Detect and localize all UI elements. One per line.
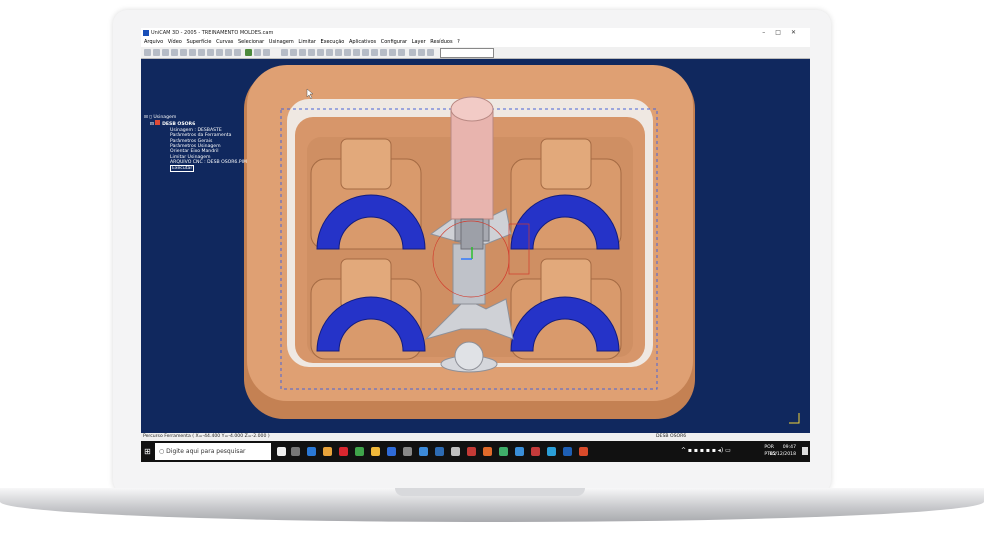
tool-button[interactable]	[398, 49, 405, 56]
execute-button[interactable]: Executar	[170, 164, 195, 172]
menu-help[interactable]: ?	[457, 39, 460, 45]
menu-superficie[interactable]: Superfície	[186, 39, 211, 45]
tool-button[interactable]	[216, 49, 223, 56]
tool-button[interactable]	[245, 49, 252, 56]
app-icon-14[interactable]	[499, 447, 508, 456]
window-title: UniCAM 3D - 2005 - TREINAMENTO MOLDES.ca…	[151, 30, 274, 36]
maximize-button[interactable]: □	[775, 29, 791, 36]
app-icon-17[interactable]	[547, 447, 556, 456]
notification-icon[interactable]	[802, 447, 808, 455]
tool-button[interactable]	[371, 49, 378, 56]
search-placeholder: Digite aqui para pesquisar	[166, 448, 246, 455]
app-icon-13[interactable]	[483, 447, 492, 456]
tool-button[interactable]	[418, 49, 425, 56]
app-icon-18[interactable]	[563, 447, 572, 456]
menu-configurar[interactable]: Configurar	[381, 39, 407, 45]
tool-button[interactable]	[281, 49, 288, 56]
tool-button[interactable]	[254, 49, 261, 56]
laptop-notch	[395, 488, 585, 496]
tool-button[interactable]	[409, 49, 416, 56]
opera-icon[interactable]	[339, 447, 348, 456]
status-operation: DESB OSOR6	[656, 434, 687, 439]
window-controls[interactable]: –□✕	[762, 28, 806, 38]
menu-bar: Arquivo Vídeo Superfície Curvas Selecion…	[141, 38, 810, 47]
tool-button[interactable]	[144, 49, 151, 56]
chrome-icon[interactable]	[323, 447, 332, 456]
tool-button[interactable]	[427, 49, 434, 56]
tree-item[interactable]: ⊟ DESB OSOR6	[144, 120, 247, 127]
tool-button[interactable]	[171, 49, 178, 56]
app-icon-11[interactable]	[451, 447, 460, 456]
tool-button[interactable]	[263, 49, 270, 56]
clock[interactable]: 09:47 05/12/2018	[770, 444, 796, 458]
mail-icon[interactable]	[419, 447, 428, 456]
tool-button[interactable]	[189, 49, 196, 56]
status-coordinates: Percurso Ferramenta ( X=-44.400 Y=-4.000…	[143, 434, 270, 439]
windows-start-icon[interactable]: ⊞	[144, 447, 151, 456]
tool-button[interactable]	[290, 49, 297, 56]
tool-button[interactable]	[299, 49, 306, 56]
cutting-tool	[450, 96, 494, 250]
taskbar-search[interactable]: ○ Digite aqui para pesquisar	[155, 443, 271, 460]
app-icon-10[interactable]	[435, 447, 444, 456]
tool-button[interactable]	[234, 49, 241, 56]
world-axis-icon	[789, 413, 800, 424]
calculator-icon[interactable]	[403, 447, 412, 456]
app-icon-15[interactable]	[515, 447, 524, 456]
tool-button[interactable]	[389, 49, 396, 56]
app-icon-12[interactable]	[467, 447, 476, 456]
menu-limitar[interactable]: Limitar	[298, 39, 316, 45]
tool-button[interactable]	[162, 49, 169, 56]
tool-button[interactable]	[353, 49, 360, 56]
title-bar: UniCAM 3D - 2005 - TREINAMENTO MOLDES.ca…	[141, 28, 810, 38]
tool-button[interactable]	[344, 49, 351, 56]
minimize-button[interactable]: –	[762, 29, 775, 36]
layer-dropdown[interactable]	[440, 48, 494, 58]
app-icon-19[interactable]	[579, 447, 588, 456]
tool-button[interactable]	[326, 49, 333, 56]
tray-icons[interactable]: ^ ▪ ▪ ▪ ▪ ▪ ◂) ▭	[681, 447, 731, 454]
menu-curvas[interactable]: Curvas	[216, 39, 233, 45]
menu-selecionar[interactable]: Selecionar	[238, 39, 264, 45]
tool-button[interactable]	[207, 49, 214, 56]
tool-button[interactable]	[380, 49, 387, 56]
search-icon: ○	[159, 448, 165, 455]
tool-button[interactable]	[225, 49, 232, 56]
menu-execucao[interactable]: Execução	[321, 39, 345, 45]
tool-button[interactable]	[308, 49, 315, 56]
mic-icon[interactable]	[277, 447, 286, 456]
toolbar	[141, 47, 810, 59]
chrome-alt-icon[interactable]	[355, 447, 364, 456]
app-icon	[143, 30, 149, 36]
screen: UniCAM 3D - 2005 - TREINAMENTO MOLDES.ca…	[141, 28, 810, 462]
tool-button[interactable]	[180, 49, 187, 56]
close-button[interactable]: ✕	[791, 29, 806, 36]
menu-aplicativos[interactable]: Aplicativos	[349, 39, 376, 45]
menu-arquivo[interactable]: Arquivo	[144, 39, 163, 45]
tool-button[interactable]	[153, 49, 160, 56]
menu-video[interactable]: Vídeo	[168, 39, 182, 45]
app-icon-16[interactable]	[531, 447, 540, 456]
edge-icon[interactable]	[307, 447, 316, 456]
taskbar: ⊞ ○ Digite aqui para pesquisar ^ ▪ ▪ ▪ ▪…	[141, 441, 810, 462]
menu-residuos[interactable]: Resíduos	[430, 39, 452, 45]
tool-button[interactable]	[362, 49, 369, 56]
tool-button[interactable]	[335, 49, 342, 56]
task-view-icon[interactable]	[291, 447, 300, 456]
menu-layer[interactable]: Layer	[412, 39, 426, 45]
operation-tree: ⊟ ▯ Usinagem ⊟ DESB OSOR6 Usinagem : DES…	[144, 115, 247, 172]
app-icon-7[interactable]	[387, 447, 396, 456]
3d-viewport[interactable]: ⊟ ▯ Usinagem ⊟ DESB OSOR6 Usinagem : DES…	[141, 59, 810, 433]
tool-button[interactable]	[198, 49, 205, 56]
status-bar: Percurso Ferramenta ( X=-44.400 Y=-4.000…	[141, 433, 810, 441]
menu-usinagem[interactable]: Usinagem	[269, 39, 294, 45]
app-icon-6[interactable]	[371, 447, 380, 456]
tool-button[interactable]	[317, 49, 324, 56]
